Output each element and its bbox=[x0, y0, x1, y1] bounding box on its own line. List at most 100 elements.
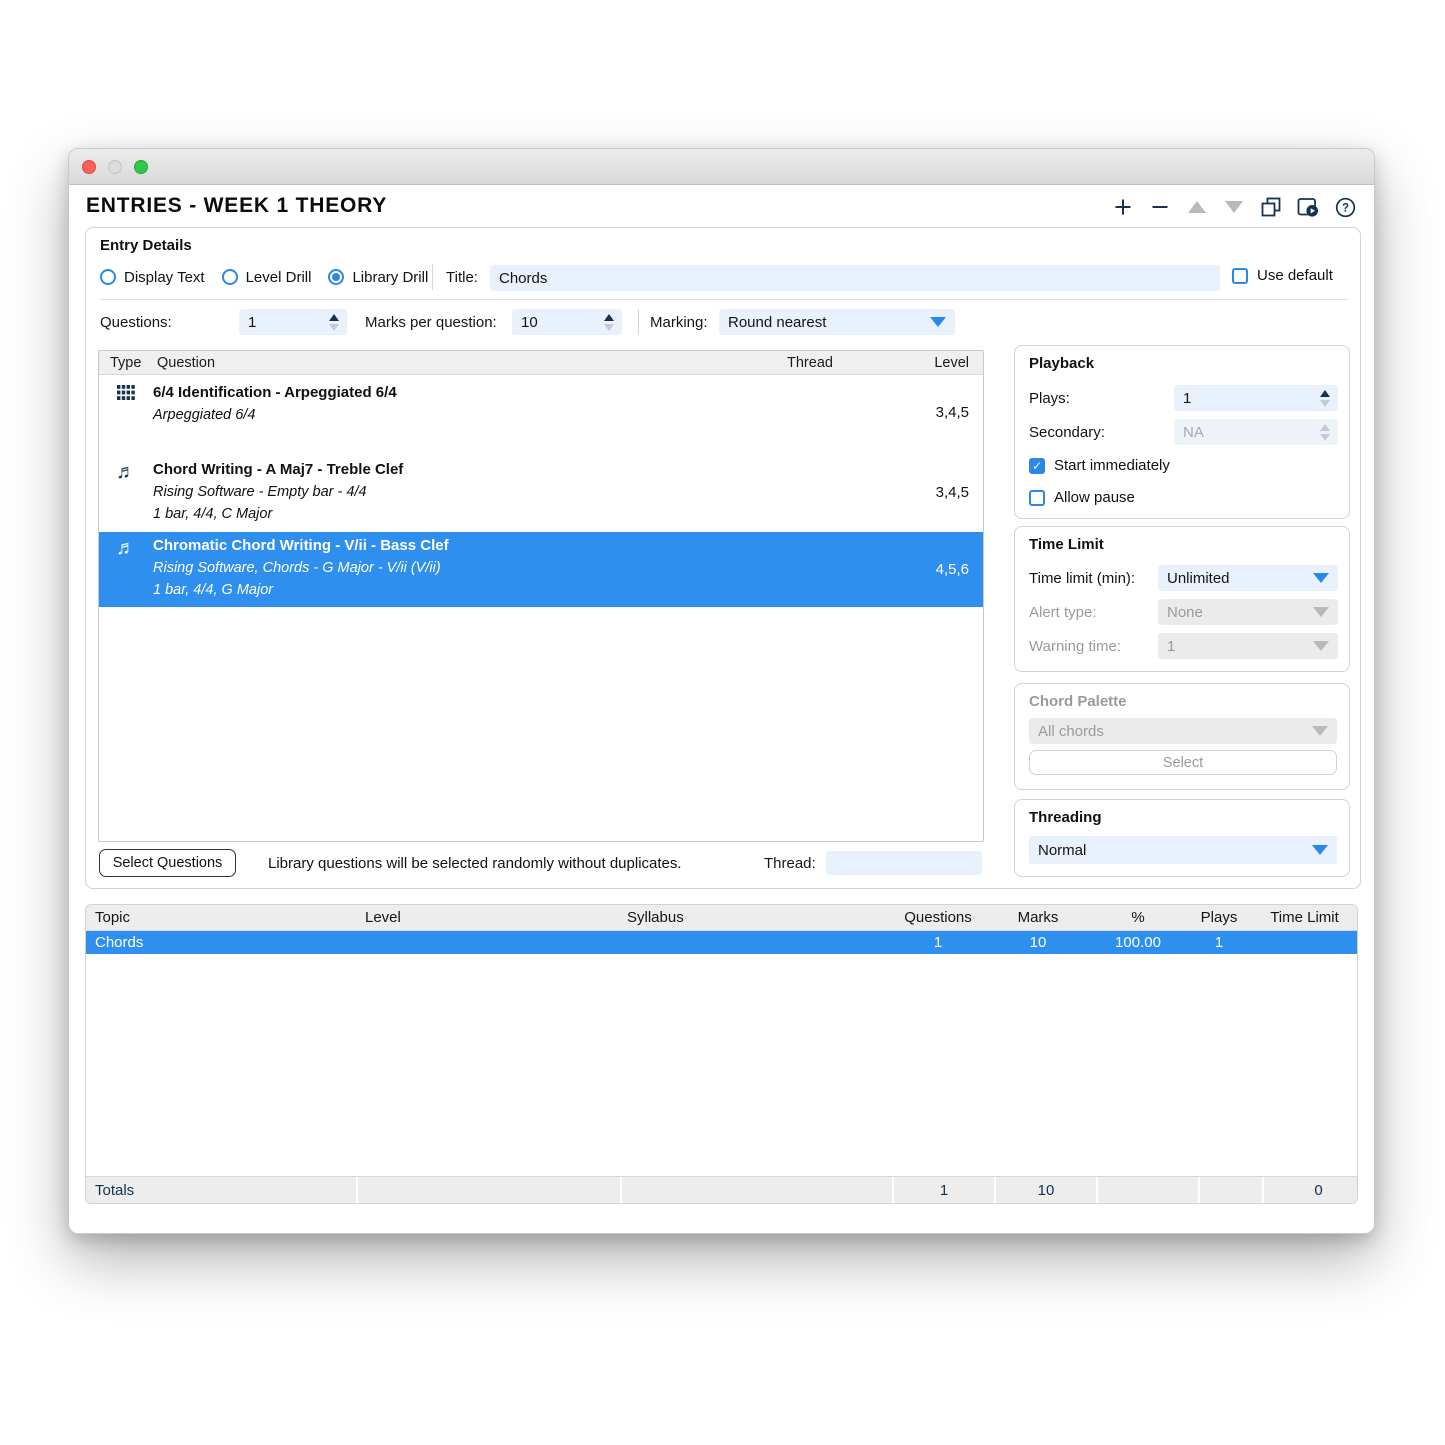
decrement-icon bbox=[1320, 434, 1330, 441]
marks-stepper[interactable]: 10 bbox=[512, 309, 622, 335]
time-limit-dropdown[interactable]: Unlimited bbox=[1158, 565, 1338, 591]
alert-type-dropdown: None bbox=[1158, 599, 1338, 625]
playback-group: Playback Plays: 1 Secondary: NA ✓ Start … bbox=[1014, 345, 1350, 519]
allow-pause-label: Allow pause bbox=[1054, 489, 1135, 506]
threading-dropdown[interactable]: Normal bbox=[1029, 836, 1337, 864]
page-title: ENTRIES - WEEK 1 THEORY bbox=[86, 194, 387, 218]
time-limit-title: Time Limit bbox=[1029, 536, 1104, 553]
music-note-icon: ♬ bbox=[99, 456, 153, 528]
radio-circle-icon[interactable] bbox=[222, 269, 238, 285]
library-note: Library questions will be selected rando… bbox=[268, 855, 682, 872]
minimize-window-button[interactable] bbox=[108, 160, 122, 174]
move-up-icon[interactable] bbox=[1186, 197, 1208, 217]
zoom-window-button[interactable] bbox=[134, 160, 148, 174]
alert-type-label: Alert type: bbox=[1029, 604, 1097, 621]
radio-level-drill-label: Level Drill bbox=[246, 269, 312, 286]
add-icon[interactable] bbox=[1112, 197, 1134, 217]
radio-circle-icon[interactable] bbox=[100, 269, 116, 285]
start-immediately-row[interactable]: ✓ Start immediately bbox=[1029, 457, 1170, 474]
svg-text:?: ? bbox=[1341, 202, 1348, 214]
increment-icon[interactable] bbox=[329, 314, 339, 321]
totals-marks: 10 bbox=[996, 1177, 1096, 1203]
decrement-icon[interactable] bbox=[604, 324, 614, 331]
column-header-time-limit: Time Limit bbox=[1250, 909, 1358, 926]
increment-icon[interactable] bbox=[604, 314, 614, 321]
thread-input[interactable] bbox=[826, 851, 982, 875]
question-title: 6/4 Identification - Arpeggiated 6/4 bbox=[153, 382, 787, 404]
question-detail: 1 bar, 4/4, C Major bbox=[153, 503, 787, 525]
duplicate-icon[interactable] bbox=[1260, 197, 1282, 217]
chevron-down-icon bbox=[1312, 726, 1328, 736]
chevron-down-icon bbox=[1313, 573, 1329, 583]
question-row[interactable]: ♬ Chord Writing - A Maj7 - Treble Clef R… bbox=[99, 456, 983, 528]
chord-palette-group: Chord Palette All chords Select bbox=[1014, 683, 1350, 790]
marking-value: Round nearest bbox=[728, 314, 930, 331]
decrement-icon[interactable] bbox=[329, 324, 339, 331]
chevron-down-icon bbox=[1313, 607, 1329, 617]
allow-pause-checkbox[interactable] bbox=[1029, 490, 1045, 506]
threading-value: Normal bbox=[1038, 842, 1312, 859]
questions-stepper[interactable]: 1 bbox=[239, 309, 347, 335]
question-level: 4,5,6 bbox=[787, 532, 983, 607]
totals-questions: 1 bbox=[894, 1177, 994, 1203]
summary-table: Topic Level Syllabus Questions Marks % P… bbox=[85, 904, 1358, 1204]
allow-pause-row[interactable]: Allow pause bbox=[1029, 489, 1135, 506]
divider bbox=[100, 299, 1348, 300]
warning-time-dropdown: 1 bbox=[1158, 633, 1338, 659]
column-header-topic: Topic bbox=[86, 909, 356, 926]
plays-stepper[interactable]: 1 bbox=[1174, 385, 1338, 411]
question-row-selected[interactable]: ♬ Chromatic Chord Writing - V/ii - Bass … bbox=[99, 532, 983, 607]
threading-title: Threading bbox=[1029, 809, 1102, 826]
title-label: Title: bbox=[446, 269, 478, 286]
summary-plays: 1 bbox=[1188, 934, 1250, 951]
summary-row-selected[interactable]: Chords 1 10 100.00 1 bbox=[86, 931, 1357, 954]
radio-level-drill[interactable]: Level Drill bbox=[222, 269, 312, 286]
entry-type-radio-group: Display Text Level Drill Library Drill bbox=[100, 264, 428, 290]
select-questions-button[interactable]: Select Questions bbox=[99, 849, 236, 877]
close-window-button[interactable] bbox=[82, 160, 96, 174]
warning-time-value: 1 bbox=[1167, 638, 1313, 655]
column-header-question: Question bbox=[153, 355, 787, 371]
playback-title: Playback bbox=[1029, 355, 1094, 372]
grid-icon bbox=[99, 379, 153, 445]
radio-display-text[interactable]: Display Text bbox=[100, 269, 205, 286]
preview-icon[interactable] bbox=[1297, 197, 1319, 217]
questions-value: 1 bbox=[248, 314, 329, 331]
time-limit-group: Time Limit Time limit (min): Unlimited A… bbox=[1014, 526, 1350, 672]
summary-totals-row: Totals 1 10 0 bbox=[86, 1176, 1357, 1203]
question-level: 3,4,5 bbox=[787, 456, 983, 528]
totals-label: Totals bbox=[86, 1177, 356, 1203]
marking-label: Marking: bbox=[650, 314, 708, 331]
radio-circle-selected-icon[interactable] bbox=[328, 269, 344, 285]
plays-value: 1 bbox=[1183, 390, 1320, 407]
time-limit-value: Unlimited bbox=[1167, 570, 1313, 587]
summary-topic: Chords bbox=[86, 934, 356, 951]
summary-questions: 1 bbox=[888, 934, 988, 951]
time-limit-label: Time limit (min): bbox=[1029, 570, 1135, 587]
title-bar[interactable] bbox=[69, 149, 1374, 185]
select-chords-button: Select bbox=[1029, 750, 1337, 775]
use-default-checkbox[interactable] bbox=[1232, 268, 1248, 284]
question-level: 3,4,5 bbox=[787, 379, 983, 445]
decrement-icon[interactable] bbox=[1320, 400, 1330, 407]
question-title: Chromatic Chord Writing - V/ii - Bass Cl… bbox=[153, 535, 787, 557]
increment-icon[interactable] bbox=[1320, 390, 1330, 397]
toolbar: ? bbox=[1112, 197, 1356, 217]
use-default-checkbox-row[interactable]: Use default bbox=[1232, 267, 1333, 284]
question-list-header: Type Question Thread Level bbox=[99, 351, 983, 375]
radio-library-drill[interactable]: Library Drill bbox=[328, 269, 428, 286]
help-icon[interactable]: ? bbox=[1334, 197, 1356, 217]
totals-time-limit: 0 bbox=[1264, 1177, 1358, 1203]
questions-label: Questions: bbox=[100, 314, 172, 331]
start-immediately-checkbox[interactable]: ✓ bbox=[1029, 458, 1045, 474]
question-row[interactable]: 6/4 Identification - Arpeggiated 6/4 Arp… bbox=[99, 379, 983, 445]
column-header-level: Level bbox=[907, 355, 983, 371]
column-header-marks: Marks bbox=[988, 909, 1088, 926]
move-down-icon[interactable] bbox=[1223, 197, 1245, 217]
remove-icon[interactable] bbox=[1149, 197, 1171, 217]
title-input[interactable]: Chords bbox=[490, 265, 1220, 291]
marking-dropdown[interactable]: Round nearest bbox=[719, 309, 955, 335]
column-header-plays: Plays bbox=[1188, 909, 1250, 926]
column-header-level: Level bbox=[356, 909, 618, 926]
app-window: ENTRIES - WEEK 1 THEORY bbox=[68, 148, 1375, 1234]
